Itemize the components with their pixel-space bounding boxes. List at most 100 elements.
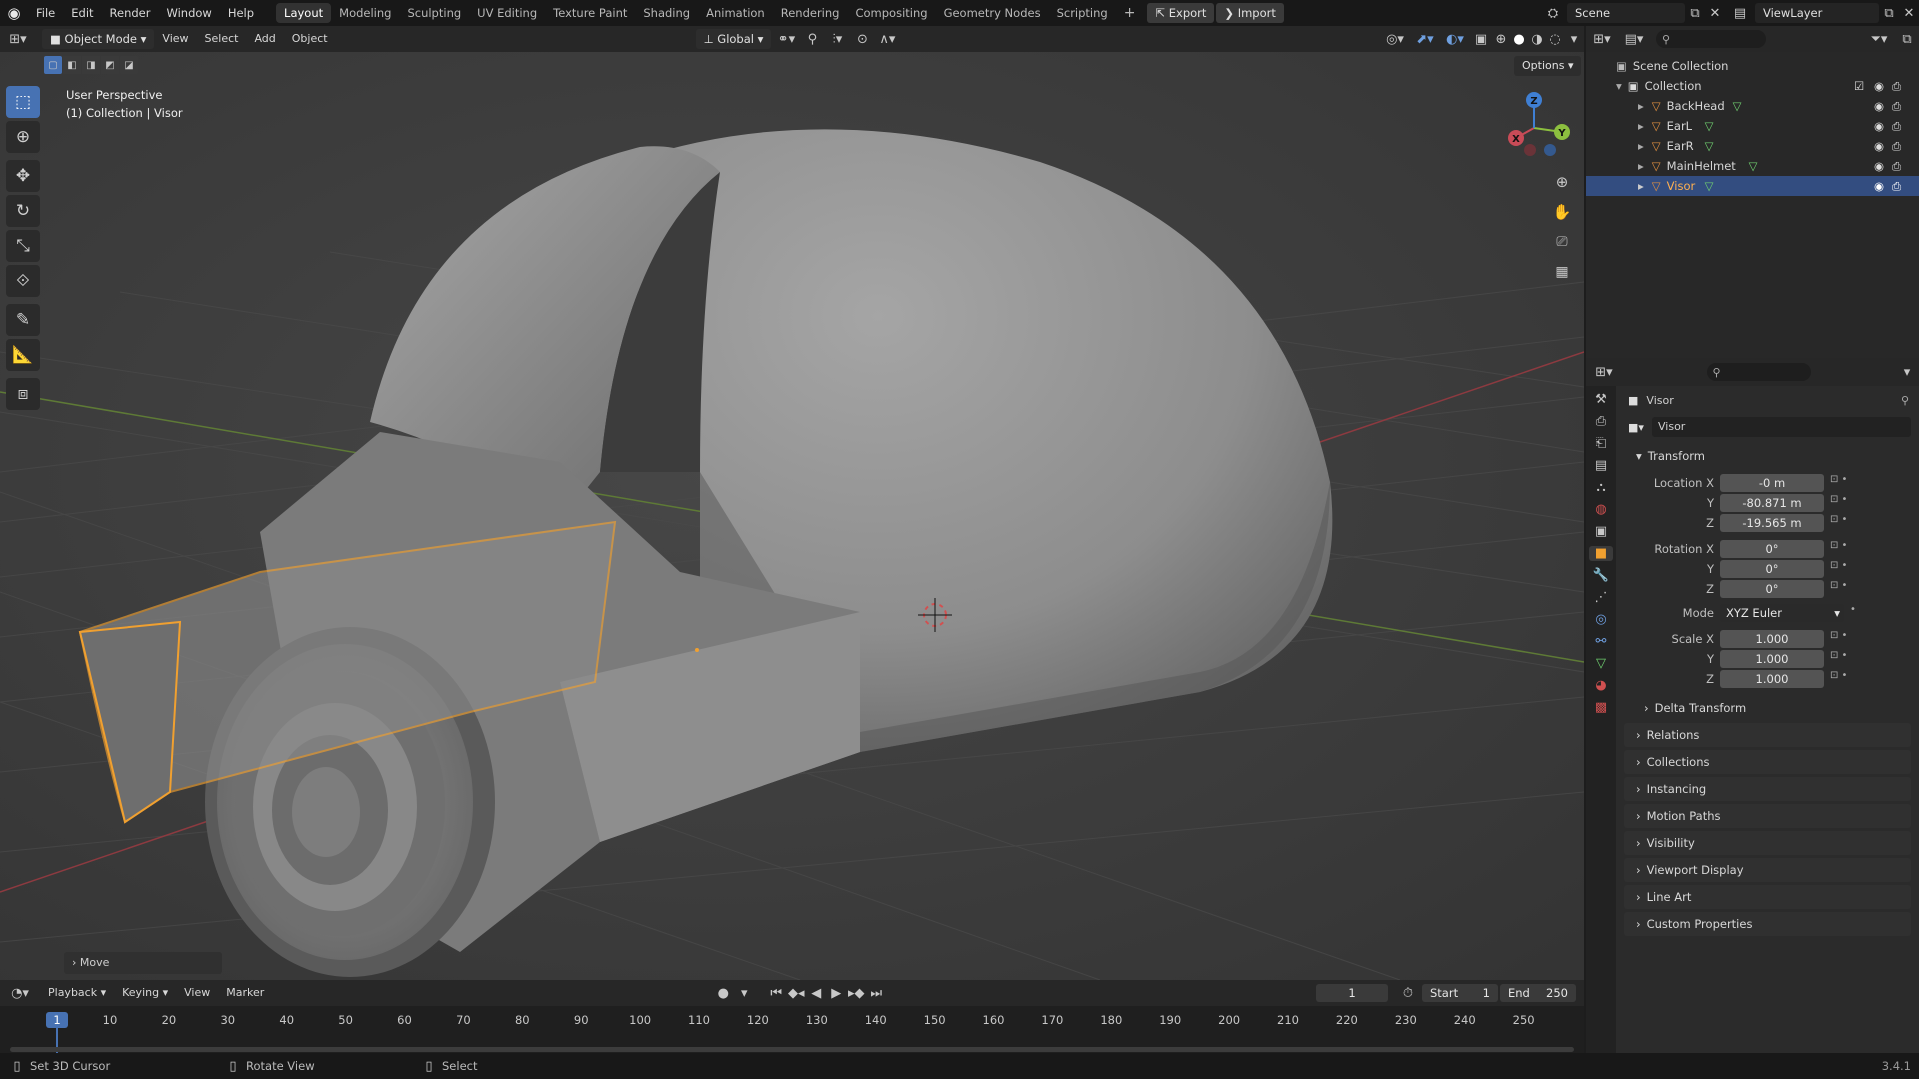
play-icon[interactable]: ▶	[826, 986, 846, 1001]
workspace-tab-scripting[interactable]: Scripting	[1049, 3, 1116, 23]
frame-ruler[interactable]: 1 10 20 30 40 50 60 70 80 90 100 110 120 130 140 150 160…	[0, 1006, 1584, 1053]
overlays-icon[interactable]: ◐▾	[1440, 32, 1470, 47]
physics-tab-icon[interactable]: ◎	[1595, 612, 1606, 627]
select-intersect-icon[interactable]: ◪	[120, 56, 138, 74]
select-invert-icon[interactable]: ◩	[101, 56, 119, 74]
keying-options-icon[interactable]: ▾	[734, 986, 754, 1001]
render-camera-icon[interactable]: ⎙	[1892, 116, 1901, 136]
timeline-menu-marker[interactable]: Marker	[218, 980, 272, 1006]
modifier-tab-icon[interactable]: 🔧	[1593, 568, 1609, 583]
expand-arrow-icon[interactable]: ▸	[1638, 136, 1644, 156]
proportional-edit-icon[interactable]: ⊙	[851, 32, 873, 47]
rendered-shading-icon[interactable]: ◌	[1546, 32, 1564, 47]
wireframe-shading-icon[interactable]: ⊕	[1492, 32, 1510, 47]
motion-paths-panel[interactable]: › Motion Paths	[1624, 804, 1911, 828]
timeline-menu-playback[interactable]: Playback ▾	[40, 980, 114, 1006]
lock-icon[interactable]: ⊡ •	[1830, 560, 1866, 578]
3d-viewport[interactable]: User Perspective (1) Collection | Visor …	[0, 52, 1584, 980]
menu-edit[interactable]: Edit	[63, 0, 101, 26]
scene-tab-icon[interactable]: ⛬	[1596, 480, 1605, 495]
view-layer-field[interactable]: ViewLayer	[1755, 3, 1879, 23]
navigation-gizmo[interactable]: X Y Z	[1496, 88, 1576, 168]
lock-icon[interactable]: ⊡ •	[1830, 630, 1866, 648]
rotation-x-field[interactable]: 0°	[1720, 540, 1824, 558]
object-name-field[interactable]: Visor	[1652, 417, 1911, 437]
prev-keyframe-icon[interactable]: ◆◂	[786, 986, 806, 1001]
add-cube-tool[interactable]: ⧈	[6, 378, 40, 410]
import-button[interactable]: ❯ Import	[1216, 3, 1284, 23]
scale-y-field[interactable]: 1.000	[1720, 650, 1824, 668]
ortho-toggle-icon[interactable]: ▦	[1550, 260, 1574, 284]
move-tool[interactable]: ✥	[6, 160, 40, 192]
expand-arrow-icon[interactable]: ▸	[1638, 176, 1644, 196]
material-shading-icon[interactable]: ◑	[1528, 32, 1546, 47]
snap-target-icon[interactable]: ⫶▾	[823, 32, 851, 47]
solid-shading-icon[interactable]: ●	[1510, 32, 1528, 47]
measure-tool[interactable]: 📐	[6, 339, 40, 371]
current-frame-marker[interactable]: 1	[46, 1012, 68, 1028]
collections-panel[interactable]: › Collections	[1624, 750, 1911, 774]
properties-options-icon[interactable]: ▾	[1895, 365, 1919, 380]
expand-arrow-icon[interactable]: ▸	[1638, 116, 1644, 136]
pin-icon[interactable]: ⚲	[1901, 394, 1909, 407]
lock-icon[interactable]: ⊡ •	[1830, 514, 1866, 532]
outliner-editor-type-icon[interactable]: ⊞▾	[1586, 32, 1618, 47]
outliner-search-field[interactable]: ⚲	[1656, 30, 1766, 48]
scale-tool[interactable]: ⤡	[6, 230, 40, 262]
xray-icon[interactable]: ▣	[1470, 32, 1492, 47]
render-camera-icon[interactable]: ⎙	[1892, 96, 1901, 116]
menu-render[interactable]: Render	[102, 0, 159, 26]
object-tab-icon[interactable]: ■	[1589, 546, 1613, 561]
select-subtract-icon[interactable]: ◨	[82, 56, 100, 74]
render-camera-icon[interactable]: ⎙	[1892, 136, 1901, 156]
lock-icon[interactable]: ⊡ •	[1830, 474, 1866, 492]
select-new-icon[interactable]: ▢	[44, 56, 62, 74]
delete-view-layer-icon[interactable]: ✕	[1899, 6, 1919, 21]
viewport-options-button[interactable]: Options ▾	[1514, 56, 1582, 76]
viewport-menu-add[interactable]: Add	[246, 26, 283, 52]
stopwatch-icon[interactable]: ⏱	[1398, 986, 1418, 1001]
tool-tab-icon[interactable]: ⚒	[1595, 392, 1607, 407]
output-tab-icon[interactable]: ⎗	[1596, 436, 1606, 451]
viewport-menu-select[interactable]: Select	[197, 26, 247, 52]
keyframe-dot-icon[interactable]: •	[1850, 604, 1866, 622]
workspace-tab-rendering[interactable]: Rendering	[773, 3, 848, 23]
pan-hand-icon[interactable]: ✋	[1550, 200, 1574, 224]
relations-panel[interactable]: › Relations	[1624, 723, 1911, 747]
end-frame-field[interactable]: End 250	[1500, 984, 1576, 1002]
lock-icon[interactable]: ⊡ •	[1830, 580, 1866, 598]
play-reverse-icon[interactable]: ◀	[806, 986, 826, 1001]
workspace-tab-sculpting[interactable]: Sculpting	[399, 3, 469, 23]
new-collection-icon[interactable]: ⧉	[1895, 32, 1919, 47]
visibility-eye-icon[interactable]: ◉	[1874, 96, 1884, 116]
scale-x-field[interactable]: 1.000	[1720, 630, 1824, 648]
outliner-item-visor[interactable]: ▸ ▽ Visor ▽ ◉ ⎙	[1586, 176, 1919, 196]
scene-selector-icon[interactable]: ⛭	[1539, 6, 1567, 21]
rotation-z-field[interactable]: 0°	[1720, 580, 1824, 598]
workspace-tab-texture-paint[interactable]: Texture Paint	[545, 3, 635, 23]
visibility-eye-icon[interactable]: ◉	[1874, 76, 1884, 96]
lock-icon[interactable]: ⊡ •	[1830, 670, 1866, 688]
jump-end-icon[interactable]: ⏭	[866, 986, 886, 1001]
export-button[interactable]: ⇱ Export	[1147, 3, 1215, 23]
jump-start-icon[interactable]: ⏮	[766, 986, 786, 1001]
filter-icon[interactable]: ⏷▾	[1863, 32, 1895, 47]
render-camera-icon[interactable]: ⎙	[1892, 156, 1901, 176]
material-tab-icon[interactable]: ◕	[1595, 678, 1606, 693]
texture-tab-icon[interactable]: ▩	[1595, 700, 1607, 715]
new-scene-icon[interactable]: ⧉	[1685, 6, 1705, 21]
constraints-tab-icon[interactable]: ⚯	[1596, 634, 1607, 649]
editor-type-icon[interactable]: ⊞▾	[0, 32, 36, 47]
transform-tool[interactable]: ⟐	[6, 265, 40, 297]
next-keyframe-icon[interactable]: ▸◆	[846, 986, 866, 1001]
scene-collection-row[interactable]: ▣ Scene Collection	[1586, 56, 1919, 76]
rotation-y-field[interactable]: 0°	[1720, 560, 1824, 578]
lock-icon[interactable]: ⊡ •	[1830, 494, 1866, 512]
viewport-display-panel[interactable]: › Viewport Display	[1624, 858, 1911, 882]
menu-file[interactable]: File	[28, 0, 63, 26]
render-tab-icon[interactable]: ⎙	[1596, 414, 1606, 429]
auto-keying-icon[interactable]: ●	[712, 986, 734, 1001]
workspace-tab-layout[interactable]: Layout	[276, 3, 332, 23]
viewport-menu-object[interactable]: Object	[284, 26, 336, 52]
outliner-item-earr[interactable]: ▸ ▽ EarR ▽ ◉ ⎙	[1586, 136, 1919, 156]
